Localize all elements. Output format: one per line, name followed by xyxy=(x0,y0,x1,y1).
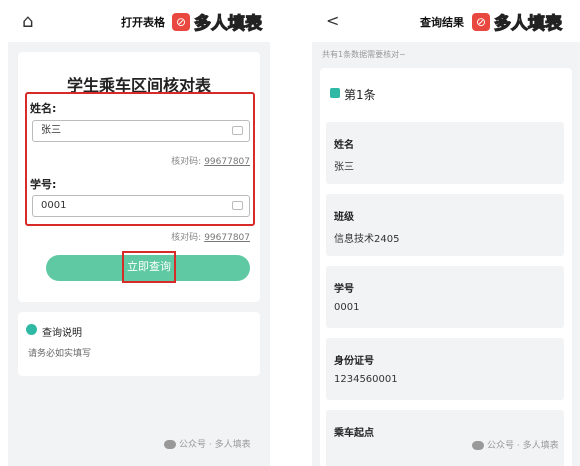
brand-logo: ⊘ 多人填表 xyxy=(472,9,563,35)
bulb-icon xyxy=(26,324,37,335)
back-icon[interactable]: < xyxy=(326,11,339,30)
wechat-icon xyxy=(472,441,484,450)
field-key: 班级 xyxy=(334,212,354,223)
student-id-verify: 核对码: 99677807 xyxy=(171,230,250,243)
header-title: 查询结果 xyxy=(420,16,464,29)
footer-text: 公众号 · 多人填表 xyxy=(487,441,559,451)
footer-credit: 公众号 · 多人填表 xyxy=(472,438,559,451)
field-key: 乘车起点 xyxy=(334,428,374,439)
brand-logo: ⊘ 多人填表 xyxy=(172,9,263,35)
brand-icon: ⊘ xyxy=(172,12,190,31)
form-screen: ⌂ 打开表格 ⊘ 多人填表 学生乘车区间核对表 姓名: 张三 核对码: 99677… xyxy=(8,0,270,466)
query-button-label[interactable]: 立即查询 xyxy=(122,251,176,283)
brand-name: 多人填表 xyxy=(193,13,262,34)
field-value: 张三 xyxy=(334,162,354,173)
result-field: 身份证号 1234560001 xyxy=(326,338,564,400)
result-field: 姓名 张三 xyxy=(326,122,564,184)
field-key: 学号 xyxy=(334,284,354,295)
field-value: 0001 xyxy=(334,302,360,313)
brand-icon: ⊘ xyxy=(472,12,490,31)
footer-text: 公众号 · 多人填表 xyxy=(179,440,251,450)
wechat-icon xyxy=(164,440,176,449)
note-title: 查询说明 xyxy=(42,328,82,339)
result-card: 第1条 姓名 张三 班级 信息技术2405 学号 0001 身份证号 12345… xyxy=(320,68,572,466)
field-value: 1234560001 xyxy=(334,374,398,385)
field-key: 姓名 xyxy=(334,140,354,151)
result-summary: 共有1条数据需要核对~ xyxy=(322,50,406,59)
result-field: 班级 信息技术2405 xyxy=(326,194,564,256)
note-text: 请务必如实填写 xyxy=(28,349,92,359)
header-title: 打开表格 xyxy=(121,16,165,29)
note-card: 查询说明 请务必如实填写 xyxy=(18,312,260,376)
fields-highlight-box xyxy=(25,92,255,226)
brand-name: 多人填表 xyxy=(493,13,562,34)
verify-code-link[interactable]: 99677807 xyxy=(204,233,250,243)
header-bar: ⌂ 打开表格 ⊘ 多人填表 xyxy=(8,0,270,42)
result-screen: < 查询结果 ⊘ 多人填表 共有1条数据需要核对~ 第1条 姓名 张三 班级 信… xyxy=(312,0,580,466)
verify-label: 核对码: xyxy=(171,233,202,243)
field-value: 信息技术2405 xyxy=(334,234,400,245)
result-field: 学号 0001 xyxy=(326,266,564,328)
record-title: 第1条 xyxy=(344,88,376,102)
record-icon xyxy=(330,88,340,98)
form-card: 学生乘车区间核对表 姓名: 张三 核对码: 99677807 学号: 0001 核… xyxy=(18,52,260,302)
footer-credit: 公众号 · 多人填表 xyxy=(164,437,251,450)
field-key: 身份证号 xyxy=(334,356,374,367)
header-bar: < 查询结果 ⊘ 多人填表 xyxy=(312,0,580,42)
home-icon[interactable]: ⌂ xyxy=(22,11,33,32)
